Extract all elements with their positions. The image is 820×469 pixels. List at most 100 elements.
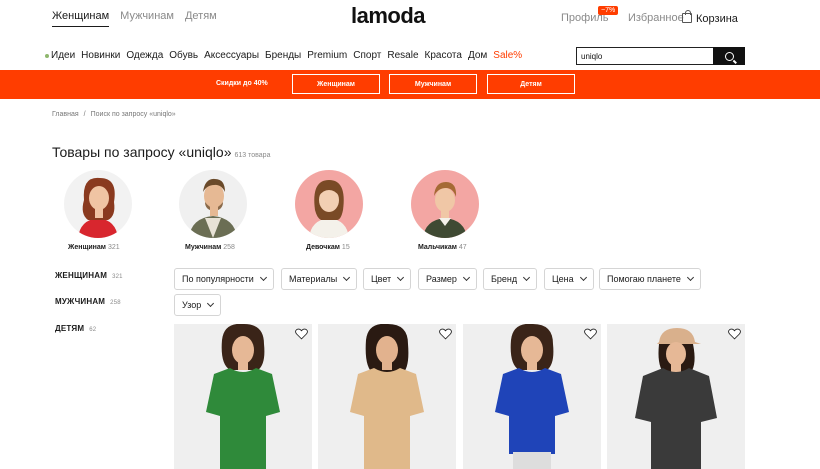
chip-label: Бренд — [491, 274, 518, 284]
nav-item-clothes[interactable]: Одежда — [126, 50, 163, 61]
gender-tabs: Женщинам Мужчинам Детям — [52, 10, 217, 27]
chevron-down-icon — [343, 273, 351, 282]
side-filter-men[interactable]: МУЖЧИНАМ 258 — [55, 297, 121, 306]
result-count: 613 товара — [234, 152, 271, 159]
chip-label: Цена — [552, 274, 574, 284]
nav-item-ideas[interactable]: Идеи — [45, 50, 75, 61]
heart-icon[interactable] — [728, 328, 741, 340]
page-title: Товары по запросу «uniqlo» — [52, 144, 232, 160]
page-title-row: Товары по запросу «uniqlo» 613 товара — [52, 144, 270, 160]
nav-item-sale[interactable]: Sale% — [493, 50, 522, 61]
favorites-link[interactable]: Избранное — [628, 12, 684, 24]
search-button[interactable] — [713, 47, 745, 65]
filter-brand[interactable]: Бренд — [483, 268, 538, 290]
breadcrumb-home[interactable]: Главная — [52, 111, 79, 118]
nav-item-sport[interactable]: Спорт — [353, 50, 381, 61]
logo[interactable]: lamoda — [351, 3, 426, 29]
filter-pattern[interactable]: Узор — [174, 294, 222, 316]
product-image — [495, 324, 569, 469]
filter-color[interactable]: Цвет — [363, 268, 412, 290]
sort-dropdown[interactable]: По популярности — [174, 268, 274, 290]
category-girls-label[interactable]: Девочкам 15 — [306, 244, 350, 251]
chip-label: Узор — [182, 300, 202, 310]
filter-eco[interactable]: Помогаю планете — [599, 268, 701, 290]
category-men-label[interactable]: Мужчинам 258 — [185, 244, 235, 251]
side-filter-label: ЖЕНЩИНАМ — [55, 271, 108, 280]
bag-icon — [682, 10, 692, 23]
product-image — [635, 328, 717, 469]
nav-item-shoes[interactable]: Обувь — [169, 50, 198, 61]
search-box — [576, 47, 745, 65]
side-filter-women[interactable]: ЖЕНЩИНАМ 321 — [55, 271, 123, 280]
product-image — [206, 324, 280, 469]
heart-icon[interactable] — [439, 328, 452, 340]
heart-icon[interactable] — [584, 328, 597, 340]
nav-item-resale[interactable]: Resale — [387, 50, 418, 61]
breadcrumb-current: Поиск по запросу «uniqlo» — [90, 111, 176, 118]
tab-women[interactable]: Женщинам — [52, 10, 110, 27]
category-women-image[interactable] — [64, 170, 132, 238]
search-icon — [724, 51, 734, 61]
category-count: 321 — [107, 244, 120, 251]
category-girls-image[interactable] — [295, 170, 363, 238]
promo-men-button[interactable]: Мужчинам — [389, 74, 477, 94]
chevron-down-icon — [523, 273, 531, 282]
category-label-text: Мужчинам — [185, 244, 222, 251]
category-count: 258 — [223, 244, 235, 251]
chevron-down-icon — [259, 273, 267, 282]
category-boys-image[interactable] — [411, 170, 479, 238]
filter-size[interactable]: Размер — [418, 268, 477, 290]
breadcrumb: Главная / Поиск по запросу «uniqlo» — [52, 111, 176, 118]
product-card[interactable] — [607, 324, 745, 469]
chevron-down-icon — [397, 273, 405, 282]
product-card[interactable] — [174, 324, 312, 469]
category-women-label[interactable]: Женщинам 321 — [68, 244, 120, 251]
cart-label: Корзина — [696, 13, 738, 25]
category-label-text: Девочкам — [306, 244, 340, 251]
nav-item-accessories[interactable]: Аксессуары — [204, 50, 259, 61]
chip-label: Помогаю планете — [607, 274, 681, 284]
top-bar: Женщинам Мужчинам Детям lamoda −7% Профи… — [0, 0, 820, 36]
filter-price[interactable]: Цена — [544, 268, 594, 290]
chevron-down-icon — [462, 273, 470, 282]
filter-materials[interactable]: Материалы — [281, 268, 358, 290]
promo-women-button[interactable]: Женщинам — [292, 74, 380, 94]
heart-icon[interactable] — [295, 328, 308, 340]
category-label-text: Мальчикам — [418, 244, 457, 251]
chip-label: Размер — [426, 274, 457, 284]
product-card[interactable] — [463, 324, 601, 469]
product-garment — [206, 368, 280, 469]
category-count: 47 — [458, 244, 467, 251]
product-image — [350, 324, 424, 469]
tab-men[interactable]: Мужчинам — [120, 10, 174, 27]
product-garment — [495, 368, 569, 454]
nav-item-premium[interactable]: Premium — [307, 50, 347, 61]
nav-label: Идеи — [51, 50, 76, 61]
ideas-dot-icon — [45, 54, 49, 58]
promo-bar: Скидки до 40% Женщинам Мужчинам Детям — [0, 70, 820, 99]
nav-item-brands[interactable]: Бренды — [265, 50, 301, 61]
promo-kids-button[interactable]: Детям — [487, 74, 575, 94]
category-boys-label[interactable]: Мальчикам 47 — [418, 244, 467, 251]
product-garment — [635, 368, 717, 469]
nav-item-new[interactable]: Новинки — [81, 50, 120, 61]
nav-item-beauty[interactable]: Красота — [425, 50, 462, 61]
tab-kids[interactable]: Детям — [185, 10, 217, 27]
profile-link[interactable]: Профиль — [561, 12, 609, 24]
breadcrumb-separator: / — [83, 111, 86, 118]
category-nav: Идеи Новинки Одежда Обувь Аксессуары Бре… — [45, 50, 522, 61]
chevron-down-icon — [579, 273, 587, 282]
cart-link[interactable]: Корзина — [682, 10, 738, 25]
product-card[interactable] — [318, 324, 456, 469]
side-filter-kids[interactable]: ДЕТЯМ 62 — [55, 324, 96, 333]
logo-text: lamoda — [351, 3, 426, 28]
category-men-image[interactable] — [179, 170, 247, 238]
search-input[interactable] — [577, 48, 714, 64]
category-label-text: Женщинам — [68, 244, 106, 251]
chevron-down-icon — [686, 273, 694, 282]
side-filter-label: ДЕТЯМ — [55, 324, 85, 333]
product-garment — [350, 368, 424, 469]
promo-text[interactable]: Скидки до 40% — [216, 80, 268, 87]
chevron-down-icon — [207, 299, 215, 308]
nav-item-home[interactable]: Дом — [468, 50, 487, 61]
